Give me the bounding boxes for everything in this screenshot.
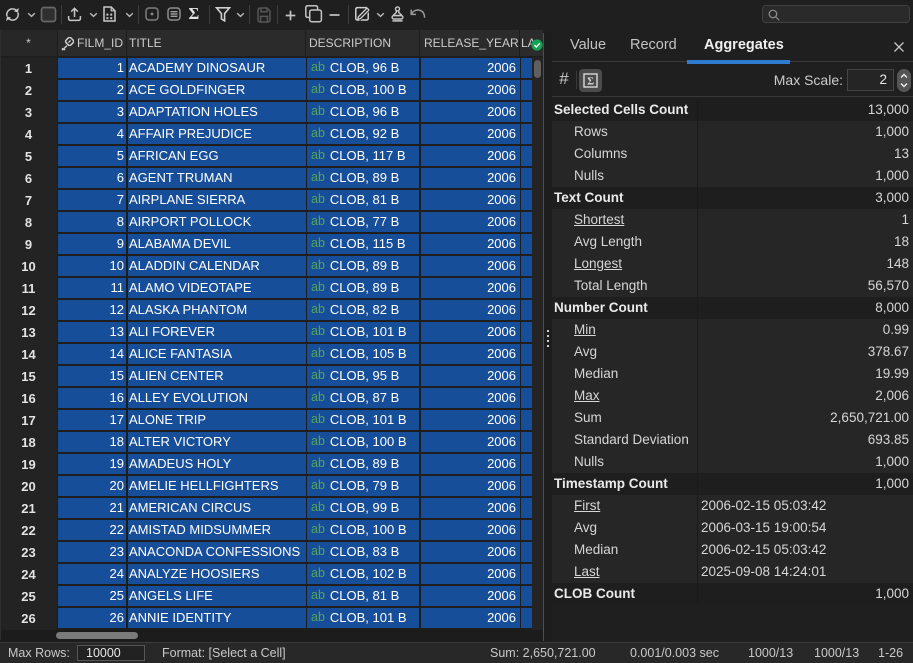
svg-text:Σ: Σ <box>587 76 594 87</box>
